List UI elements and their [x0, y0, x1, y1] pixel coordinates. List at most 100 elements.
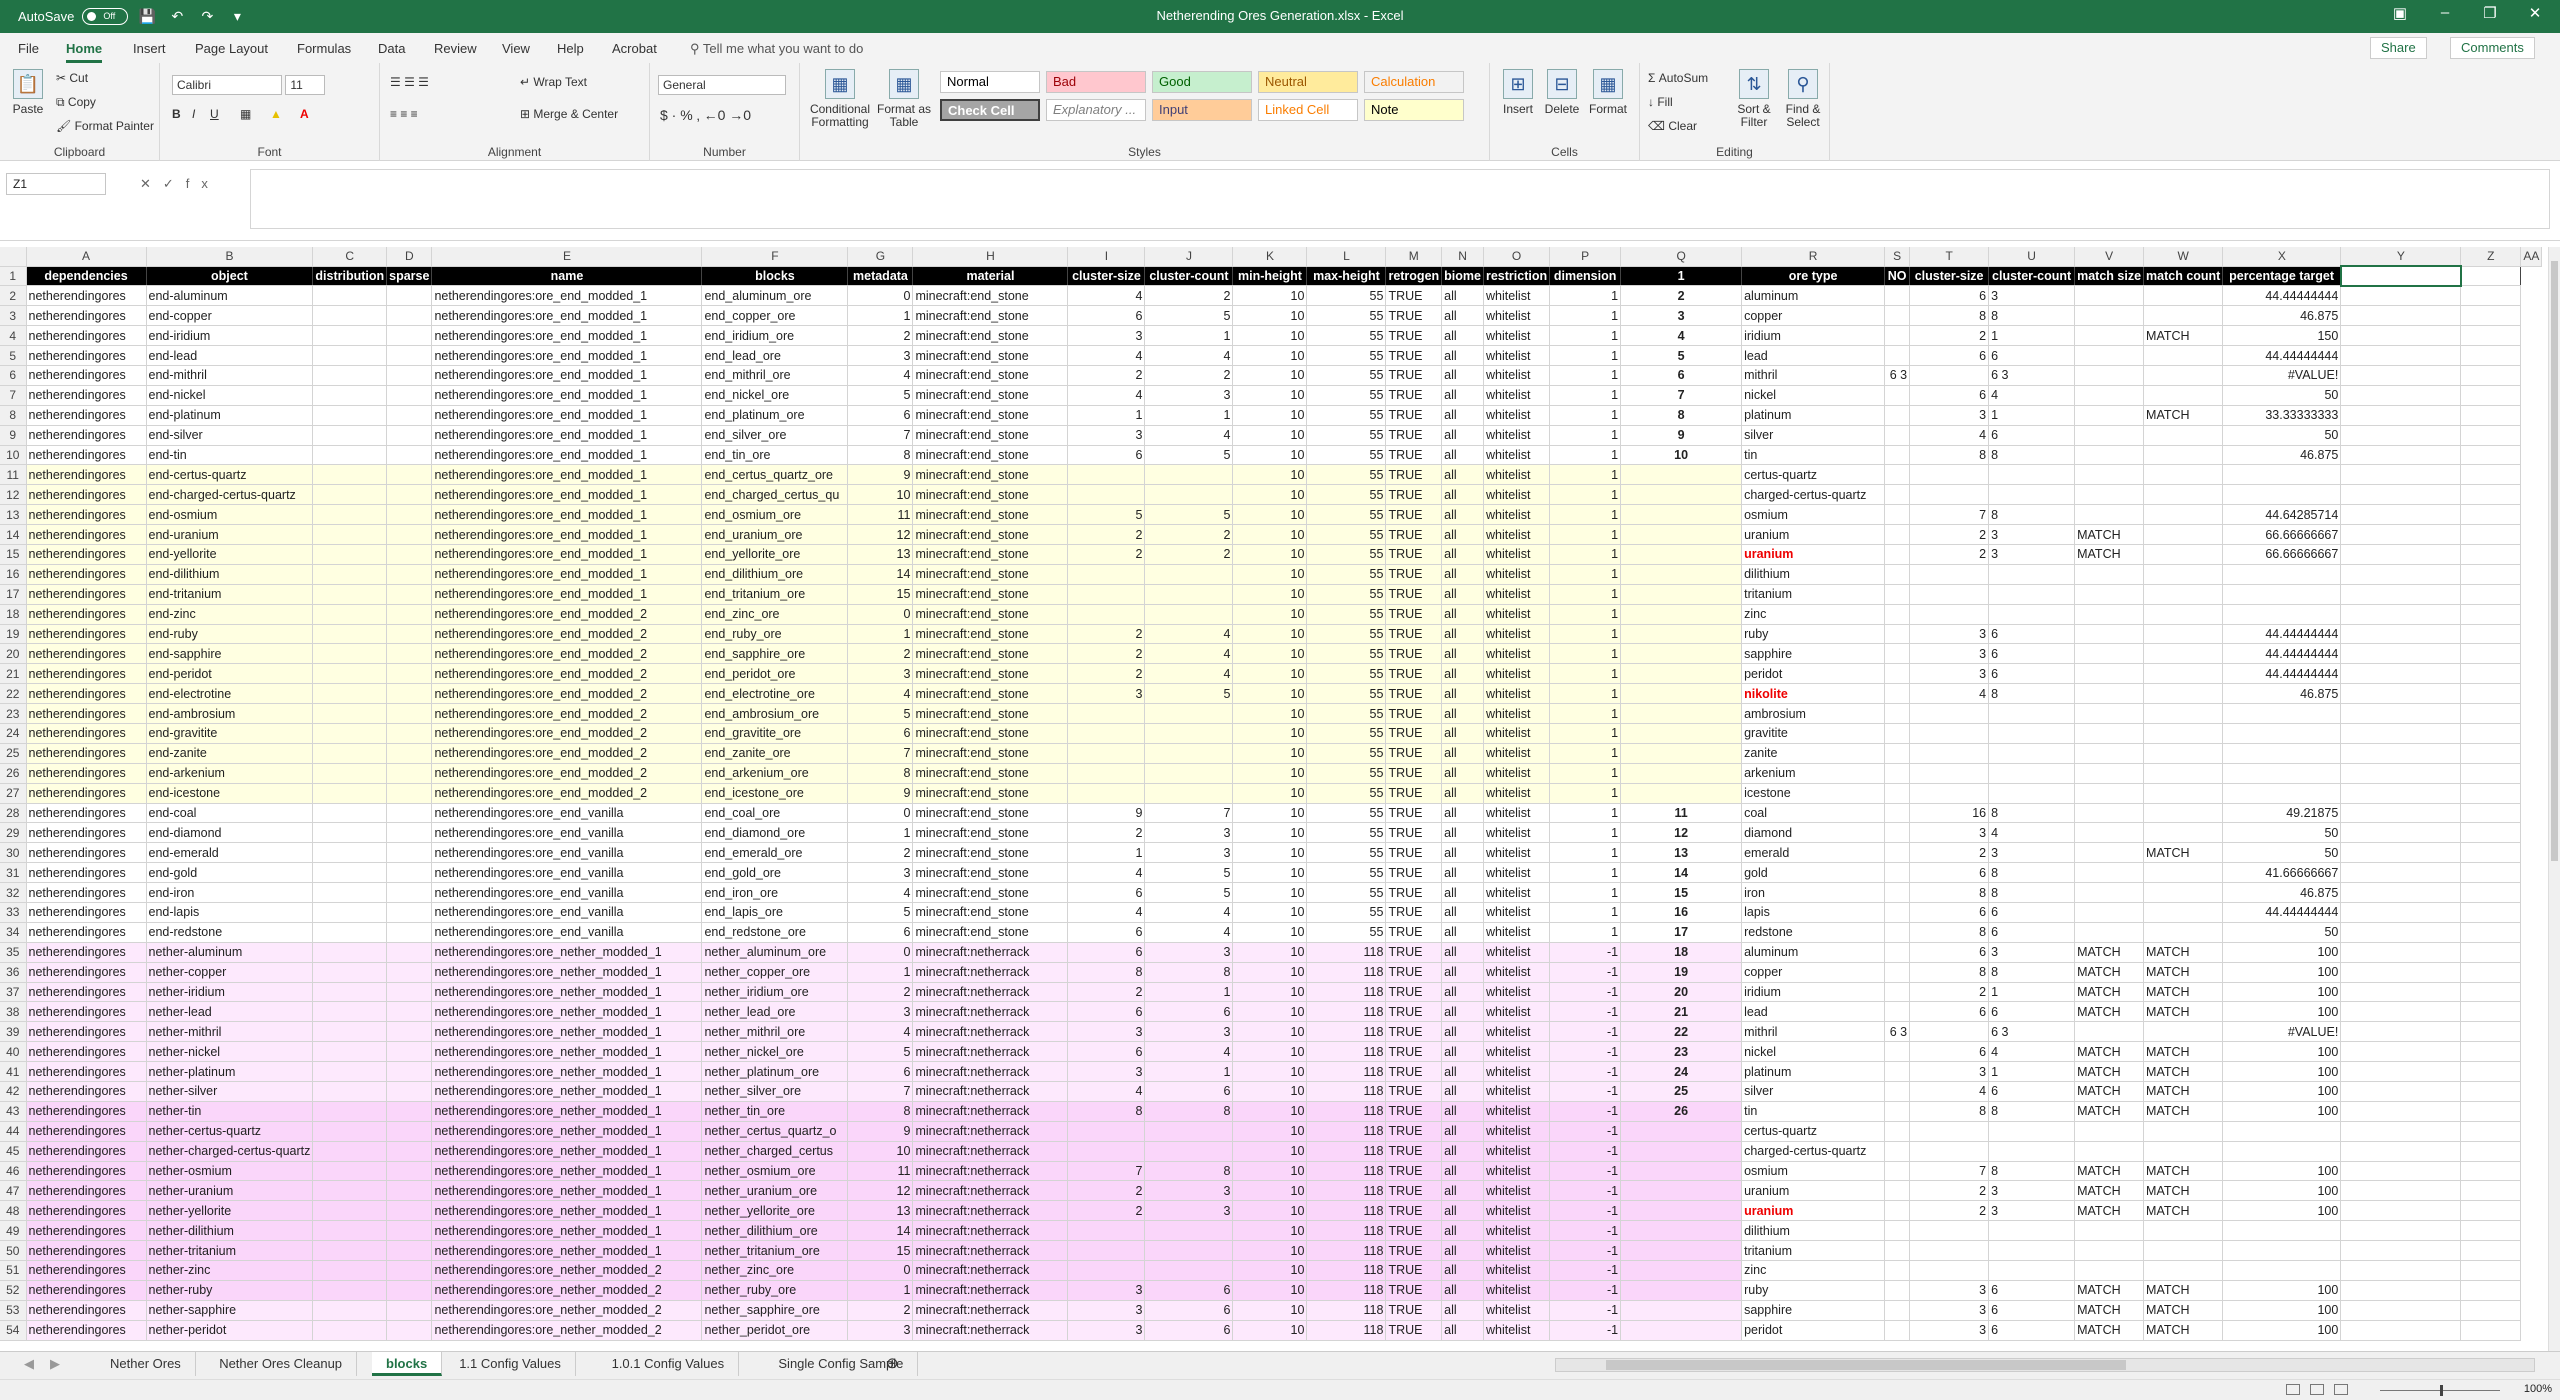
table-cell[interactable] — [1067, 783, 1146, 804]
table-cell[interactable]: all — [1441, 1041, 1484, 1063]
table-cell[interactable]: nether-peridot — [146, 1320, 314, 1341]
table-cell[interactable]: 3 — [1067, 425, 1146, 446]
table-cell[interactable] — [2143, 703, 2224, 724]
table-cell[interactable]: MATCH — [2143, 1061, 2224, 1083]
table-cell[interactable] — [1884, 325, 1911, 347]
table-cell[interactable]: all — [1441, 962, 1484, 983]
tab-view[interactable]: View — [502, 41, 530, 56]
table-cell[interactable] — [2340, 425, 2462, 446]
cell-style-6[interactable]: Explanatory ... — [1046, 99, 1146, 121]
table-cell[interactable]: 3 — [1988, 942, 2076, 963]
table-cell[interactable] — [1884, 663, 1911, 685]
table-cell[interactable]: whitelist — [1483, 385, 1551, 406]
table-cell[interactable]: end_dilithium_ore — [701, 564, 849, 585]
table-cell[interactable] — [2143, 1141, 2224, 1162]
table-cell[interactable]: MATCH — [2143, 405, 2224, 426]
table-cell[interactable]: end-uranium — [146, 524, 314, 545]
table-cell[interactable]: 10 — [1232, 604, 1308, 625]
table-cell[interactable]: netherendingores:ore_end_modded_2 — [431, 624, 703, 645]
table-cell[interactable] — [1884, 584, 1911, 605]
table-cell[interactable]: MATCH — [2143, 1200, 2224, 1222]
table-cell[interactable]: nether_charged_certus — [701, 1141, 849, 1162]
table-cell[interactable]: 1 — [847, 1280, 914, 1301]
table-cell[interactable]: 10 — [1232, 982, 1308, 1003]
table-cell[interactable]: 9 — [847, 1121, 914, 1142]
table-cell[interactable] — [1988, 723, 2076, 744]
row-header[interactable]: 42 — [0, 1081, 27, 1102]
table-cell[interactable]: 10 — [1232, 1180, 1308, 1202]
table-cell[interactable]: -1 — [1549, 1240, 1622, 1262]
table-cell[interactable]: all — [1441, 882, 1484, 903]
table-cell[interactable] — [386, 1280, 433, 1301]
table-cell[interactable]: all — [1441, 1101, 1484, 1122]
table-cell[interactable] — [2222, 723, 2342, 744]
table-cell[interactable]: 14 — [1620, 862, 1743, 884]
table-cell[interactable] — [1988, 1121, 2076, 1142]
table-cell[interactable]: 118 — [1306, 1141, 1387, 1162]
table-cell[interactable]: 6 — [1988, 902, 2076, 923]
table-cell[interactable]: -1 — [1549, 1041, 1622, 1063]
table-cell[interactable] — [2222, 484, 2342, 506]
table-cell[interactable] — [386, 325, 433, 347]
table-cell[interactable]: netherendingores — [26, 325, 147, 347]
table-cell[interactable]: netherendingores:ore_nether_modded_1 — [431, 1180, 703, 1202]
table-cell[interactable]: minecraft:netherrack — [912, 1041, 1069, 1063]
vertical-scroll-thumb[interactable] — [2551, 261, 2558, 861]
table-cell[interactable] — [2074, 285, 2145, 307]
table-cell[interactable] — [2460, 842, 2522, 864]
table-cell[interactable]: TRUE — [1385, 1320, 1443, 1341]
table-cell[interactable]: MATCH — [2143, 1161, 2224, 1182]
table-cell[interactable]: netherendingores — [26, 1061, 147, 1083]
table-cell[interactable]: netherendingores:ore_nether_modded_1 — [431, 1041, 703, 1063]
table-cell[interactable]: 8 — [1067, 1101, 1146, 1122]
table-cell[interactable] — [2460, 1021, 2522, 1043]
table-cell[interactable]: MATCH — [2074, 1041, 2145, 1063]
table-cell[interactable]: 6 — [1144, 1001, 1234, 1023]
table-cell[interactable]: 10 — [1232, 1061, 1308, 1083]
table-cell[interactable]: minecraft:end_stone — [912, 643, 1069, 665]
table-cell[interactable]: 46.875 — [2222, 445, 2342, 466]
table-cell[interactable] — [2074, 584, 2145, 605]
table-cell[interactable] — [1067, 763, 1146, 784]
table-cell[interactable]: netherendingores — [26, 723, 147, 744]
table-cell[interactable]: TRUE — [1385, 1101, 1443, 1122]
table-cell[interactable] — [312, 405, 388, 426]
table-cell[interactable]: whitelist — [1483, 643, 1551, 665]
table-cell[interactable] — [2460, 803, 2522, 824]
table-cell[interactable] — [312, 1001, 388, 1023]
table-cell[interactable] — [1067, 464, 1146, 486]
table-cell[interactable]: TRUE — [1385, 504, 1443, 526]
table-cell[interactable] — [1620, 1320, 1743, 1341]
table-cell[interactable]: all — [1441, 345, 1484, 366]
table-cell[interactable]: netherendingores — [26, 544, 147, 565]
table-cell[interactable] — [312, 1061, 388, 1083]
ribbon-display-icon[interactable]: ▣ — [2380, 4, 2420, 22]
table-cell[interactable]: MATCH — [2074, 524, 2145, 545]
table-cell[interactable]: 6 — [1988, 425, 2076, 446]
table-cell[interactable]: tritanium — [1741, 584, 1886, 605]
table-cell[interactable]: 10 — [1232, 584, 1308, 605]
table-cell[interactable]: 2 — [1067, 544, 1146, 565]
table-cell[interactable]: 7 — [847, 743, 914, 764]
row-header[interactable]: 16 — [0, 564, 27, 585]
table-cell[interactable]: 55 — [1306, 425, 1387, 446]
table-cell[interactable]: 6 — [1988, 624, 2076, 645]
table-cell[interactable] — [312, 882, 388, 903]
table-cell[interactable] — [2460, 1041, 2522, 1063]
table-cell[interactable]: 1 — [1549, 803, 1622, 824]
table-cell[interactable] — [2143, 803, 2224, 824]
table-cell[interactable] — [2340, 325, 2462, 347]
table-cell[interactable] — [2143, 365, 2224, 386]
table-cell[interactable]: 10 — [1232, 405, 1308, 426]
table-cell[interactable]: all — [1441, 365, 1484, 386]
table-cell[interactable]: 3 — [847, 862, 914, 884]
table-cell[interactable] — [2143, 1021, 2224, 1043]
table-cell[interactable] — [386, 1081, 433, 1102]
table-cell[interactable]: TRUE — [1385, 902, 1443, 923]
column-header[interactable]: T — [1909, 247, 1990, 267]
table-cell[interactable] — [2460, 1260, 2522, 1281]
table-cell[interactable]: 6 — [1620, 365, 1743, 386]
table-cell[interactable] — [1620, 464, 1743, 486]
table-cell[interactable]: minecraft:end_stone — [912, 822, 1069, 844]
table-cell[interactable] — [2143, 922, 2224, 943]
